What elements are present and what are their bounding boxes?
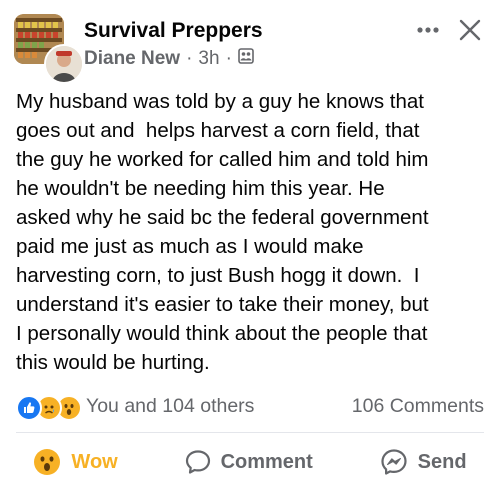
title-block: Survival Preppers Diane New · 3h · (84, 18, 263, 72)
wow-icon (34, 449, 61, 475)
comments-count[interactable]: 106 Comments (352, 395, 484, 418)
action-bar: Wow Comment Send (0, 440, 500, 484)
header-actions (412, 14, 486, 46)
user-avatar[interactable] (44, 44, 84, 84)
reactions-summary[interactable]: You and 104 others (16, 393, 254, 421)
divider (16, 432, 484, 433)
send-label: Send (417, 450, 467, 473)
comment-button[interactable]: Comment (185, 449, 313, 475)
comment-label: Comment (220, 450, 313, 473)
reactions-bar: You and 104 others 106 Comments (16, 390, 484, 422)
close-icon[interactable] (454, 14, 486, 46)
separator: · (225, 48, 232, 69)
user-avatar-image (46, 46, 82, 82)
reaction-summary-text[interactable]: You and 104 others (86, 395, 254, 418)
wow-button[interactable]: Wow (33, 448, 118, 476)
separator: · (186, 48, 193, 69)
post-meta: Diane New · 3h · (84, 46, 263, 72)
author-name[interactable]: Diane New (84, 46, 180, 72)
reaction-icons (16, 393, 82, 421)
group-members-icon (238, 46, 254, 72)
group-name[interactable]: Survival Preppers (84, 18, 263, 44)
more-dots-icon[interactable] (412, 14, 444, 46)
comment-icon (185, 450, 210, 474)
post-text: My husband was told by a guy he knows th… (16, 90, 429, 374)
messenger-icon (381, 449, 407, 475)
send-button[interactable]: Send (380, 448, 467, 476)
post-time[interactable]: 3h (198, 46, 219, 72)
post-header: Survival Preppers Diane New · 3h · (14, 14, 486, 84)
like-icon (16, 395, 42, 421)
wow-label: Wow (71, 450, 118, 473)
avatar-group[interactable] (14, 14, 84, 84)
